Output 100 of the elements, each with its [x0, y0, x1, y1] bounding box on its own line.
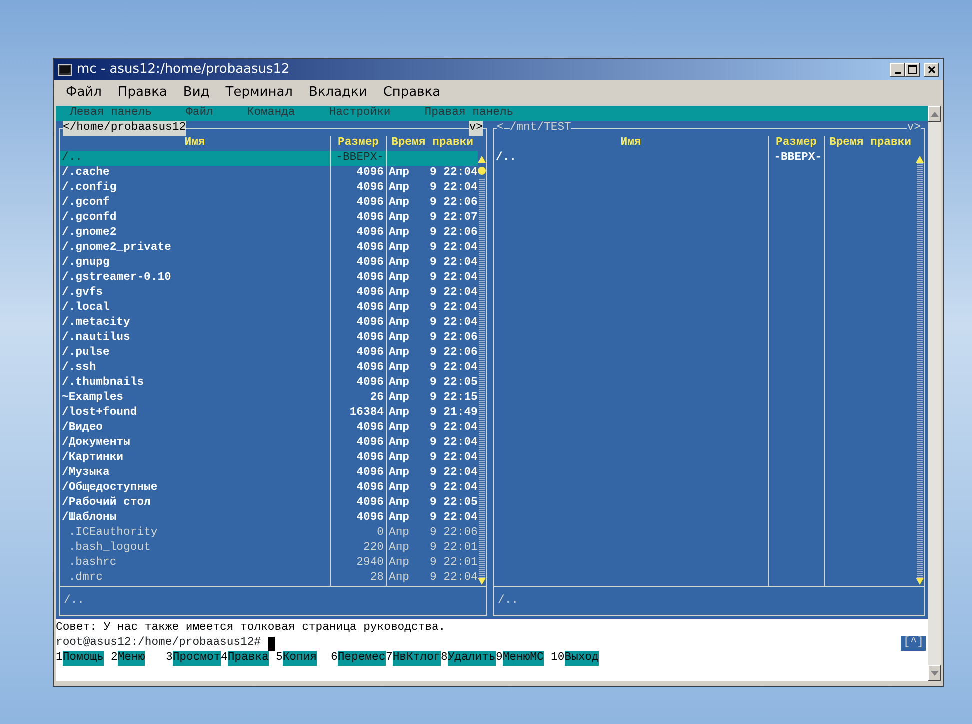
file-size[interactable]: 16384 — [331, 406, 386, 421]
file-size[interactable]: 4096 — [331, 466, 386, 481]
file-size[interactable]: -ВВЕРХ- — [331, 151, 386, 166]
menu-item[interactable]: Терминал — [218, 83, 301, 103]
modified-time[interactable]: Апр 9 22:04 — [387, 466, 478, 481]
function-key-button[interactable]: Выход — [564, 651, 599, 666]
minimize-button[interactable] — [890, 62, 905, 76]
file-size[interactable]: 4096 — [331, 166, 386, 181]
file-name[interactable]: /.gnome2_private — [60, 241, 330, 256]
column-header[interactable]: Имя — [60, 136, 330, 151]
column-header[interactable]: Имя — [494, 136, 768, 151]
function-key-button[interactable]: Перемес — [338, 651, 386, 666]
function-key-button[interactable]: МенюМС — [502, 651, 544, 666]
column-header[interactable]: Время правки — [825, 136, 916, 151]
modified-time[interactable]: Апр 9 22:04 — [387, 316, 478, 331]
scroll-up-button[interactable] — [928, 106, 941, 122]
file-name[interactable]: /Шаблоны — [60, 511, 330, 526]
file-name[interactable]: /lost+found — [60, 406, 330, 421]
file-name[interactable]: .bashrc — [60, 556, 330, 571]
file-name[interactable]: /.local — [60, 301, 330, 316]
file-size[interactable]: 4096 — [331, 376, 386, 391]
modified-time[interactable]: Апр 9 22:04 — [387, 256, 478, 271]
modified-time[interactable]: Апр 9 22:04 — [387, 166, 478, 181]
file-size[interactable]: 4096 — [331, 226, 386, 241]
file-name[interactable]: /Картинки — [60, 451, 330, 466]
modified-time[interactable]: Апр 9 22:06 — [387, 526, 478, 541]
modified-time[interactable]: Апр 9 22:04 — [387, 241, 478, 256]
function-key-button[interactable]: Помощь — [62, 651, 104, 666]
file-name[interactable]: /.. — [494, 151, 768, 166]
menu-item[interactable]: Вкладки — [301, 83, 376, 103]
file-size[interactable]: 4096 — [331, 286, 386, 301]
file-size[interactable]: 4096 — [331, 316, 386, 331]
file-size[interactable]: 4096 — [331, 421, 386, 436]
file-name[interactable]: /.gstreamer-0.10 — [60, 271, 330, 286]
modified-time[interactable]: Апр 9 22:04 — [387, 301, 478, 316]
history-button[interactable]: < — [497, 121, 504, 136]
file-size[interactable]: -ВВЕРХ- — [769, 151, 824, 166]
file-name[interactable]: /.config — [60, 181, 330, 196]
function-key-button[interactable]: Копия — [282, 651, 318, 666]
file-size[interactable]: 4096 — [331, 451, 386, 466]
modified-time[interactable]: Апр 9 22:05 — [387, 496, 478, 511]
file-name[interactable]: .bash_logout — [60, 541, 330, 556]
modified-time[interactable]: Апр 9 22:04 — [387, 571, 478, 586]
file-size[interactable]: 4096 — [331, 331, 386, 346]
file-name[interactable]: /Музыка — [60, 466, 330, 481]
column-header[interactable]: Размер — [769, 136, 824, 151]
file-name[interactable]: /.gconf — [60, 196, 330, 211]
modified-time[interactable]: Апр 9 22:04 — [387, 451, 478, 466]
function-key-button[interactable]: Меню — [118, 651, 146, 666]
modified-time[interactable]: Апр 9 22:01 — [387, 556, 478, 571]
maximize-button[interactable] — [905, 62, 920, 76]
dropdown-button[interactable]: v> — [469, 121, 483, 136]
file-name[interactable]: /.. — [60, 151, 330, 166]
file-size[interactable]: 26 — [331, 391, 386, 406]
file-size[interactable]: 4096 — [331, 346, 386, 361]
file-size[interactable]: 4096 — [331, 181, 386, 196]
function-key-button[interactable]: Правка — [228, 651, 269, 666]
file-name[interactable]: /Видео — [60, 421, 330, 436]
dropdown-button[interactable]: v> — [907, 121, 921, 136]
file-size[interactable]: 4096 — [331, 211, 386, 226]
subshell-button[interactable]: [^] — [901, 636, 926, 651]
file-name[interactable]: /Документы — [60, 436, 330, 451]
file-name[interactable]: /.metacity — [60, 316, 330, 331]
file-name[interactable]: .dmrc — [60, 571, 330, 586]
modified-time[interactable]: Апр 9 22:06 — [387, 331, 478, 346]
menu-item[interactable]: Настройки — [329, 106, 391, 121]
modified-time[interactable]: Апр 9 22:04 — [387, 436, 478, 451]
menu-item[interactable]: Файл — [186, 106, 214, 121]
file-size[interactable]: 4096 — [331, 361, 386, 376]
file-size[interactable]: 4096 — [331, 271, 386, 286]
menu-item[interactable]: Левая панель — [70, 106, 152, 121]
file-name[interactable]: /.cache — [60, 166, 330, 181]
modified-time[interactable]: Апр 9 22:06 — [387, 196, 478, 211]
file-name[interactable]: /.gnupg — [60, 256, 330, 271]
modified-time[interactable]: Апр 9 22:07 — [387, 211, 478, 226]
scrollbar[interactable] — [928, 106, 941, 681]
scroll-down-button[interactable] — [928, 665, 941, 681]
modified-time[interactable]: Апр 9 22:15 — [387, 391, 478, 406]
file-name[interactable]: /Рабочий стол — [60, 496, 330, 511]
file-name[interactable]: /.pulse — [60, 346, 330, 361]
modified-time[interactable]: Апр 9 22:04 — [387, 511, 478, 526]
modified-time[interactable]: Апр 9 22:04 — [387, 271, 478, 286]
function-key-button[interactable]: Просмот — [172, 651, 221, 666]
column-header[interactable]: Размер — [331, 136, 386, 151]
file-name[interactable]: /.gnome2 — [60, 226, 330, 241]
modified-time[interactable]: Апр 9 22:04 — [387, 481, 478, 496]
modified-time[interactable]: Апр 9 22:01 — [387, 541, 478, 556]
menu-item[interactable]: Вид — [175, 83, 218, 103]
file-size[interactable]: 28 — [331, 571, 386, 586]
file-size[interactable]: 4096 — [331, 241, 386, 256]
file-name[interactable]: /.nautilus — [60, 331, 330, 346]
file-size[interactable]: 4096 — [331, 301, 386, 316]
file-size[interactable]: 4096 — [331, 256, 386, 271]
file-name[interactable]: /.gvfs — [60, 286, 330, 301]
file-name[interactable]: /.ssh — [60, 361, 330, 376]
file-size[interactable]: 4096 — [331, 196, 386, 211]
file-name[interactable]: /.gconfd — [60, 211, 330, 226]
modified-time[interactable]: Апр 9 22:04 — [387, 286, 478, 301]
file-size[interactable]: 4096 — [331, 511, 386, 526]
menu-item[interactable]: Команда — [247, 106, 296, 121]
